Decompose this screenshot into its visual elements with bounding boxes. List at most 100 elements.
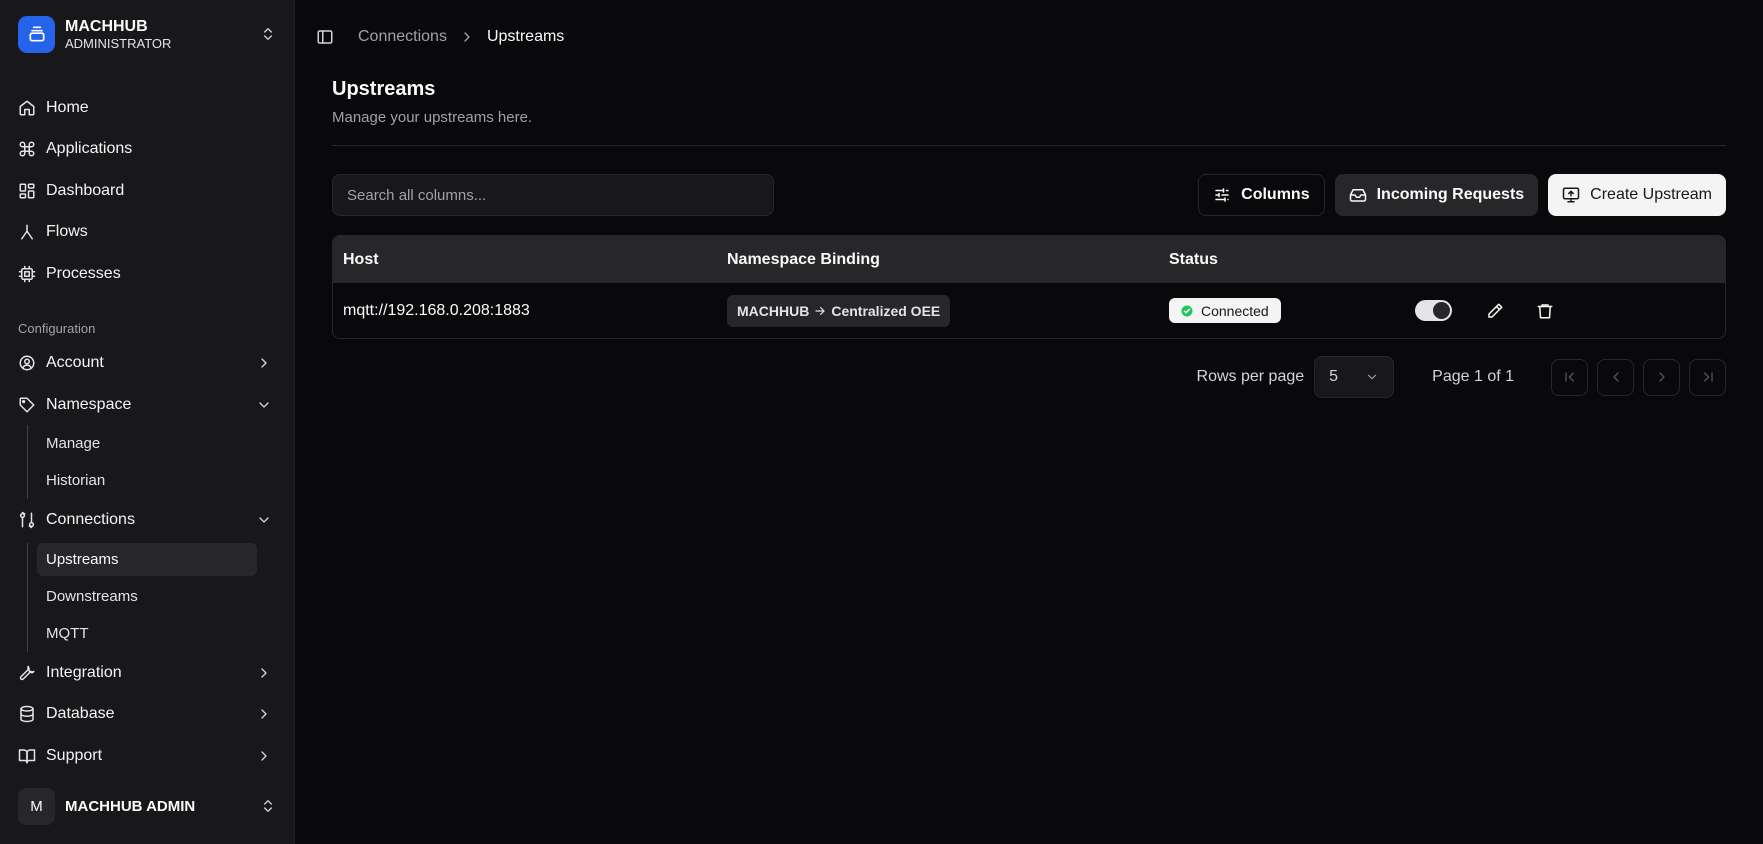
wrench-icon [19, 665, 35, 680]
chevron-down-icon [1368, 374, 1377, 380]
sidebar-nav: Home Applications Dashboard Flows Proces… [18, 87, 276, 777]
chevron-right-icon [464, 32, 470, 42]
chevrons-right-icon [1703, 372, 1713, 382]
sidebar-subitem-downstreams[interactable]: Downstreams [37, 578, 257, 615]
sidebar-item-account[interactable]: Account [18, 342, 276, 384]
create-upstream-button[interactable]: Create Upstream [1548, 174, 1726, 216]
sidebar-item-label: Integration [46, 663, 122, 681]
sidebar-item-processes[interactable]: Processes [18, 253, 276, 295]
sidebar: MACHHUB ADMINISTRATOR Home Applications … [0, 0, 295, 844]
sidebar-item-home[interactable]: Home [18, 87, 276, 129]
sidebar-item-dashboard[interactable]: Dashboard [18, 170, 276, 212]
user-name: MACHHUB ADMIN [65, 797, 196, 815]
cell-namespace-binding: MACHHUB Centralized OEE [727, 294, 1169, 327]
header-status[interactable]: Status [1169, 251, 1415, 269]
tag-icon [19, 397, 35, 413]
toolbar: Columns Incoming Requests Create Upstrea… [332, 174, 1726, 216]
rows-per-page-select[interactable]: 5 [1314, 356, 1395, 398]
sidebar-subitem-mqtt[interactable]: MQTT [37, 615, 257, 652]
chevron-right-icon [261, 667, 267, 678]
sidebar-item-database[interactable]: Database [18, 693, 276, 735]
dashboard-icon [19, 183, 35, 199]
last-page-button[interactable] [1689, 358, 1726, 396]
namespace-binding-badge: MACHHUB Centralized OEE [727, 294, 951, 327]
sidebar-item-applications[interactable]: Applications [18, 128, 276, 170]
sidebar-item-label: Home [46, 98, 89, 116]
columns-button[interactable]: Columns [1198, 174, 1325, 216]
database-icon [20, 705, 34, 723]
chevron-right-icon [261, 750, 267, 761]
upstreams-table: Host Namespace Binding Status mqtt://192… [332, 235, 1726, 339]
monitor-up-icon [1562, 187, 1580, 203]
sidebar-item-label: Connections [46, 511, 135, 529]
chevron-right-icon [261, 358, 267, 368]
search-input[interactable] [332, 174, 774, 216]
rows-per-page-label: Rows per page [1196, 368, 1305, 385]
sidebar-group-label: Configuration [18, 321, 96, 337]
main-content: Connections Upstreams Upstreams Manage y… [295, 0, 1763, 844]
sidebar-item-label: Processes [46, 264, 121, 282]
cpu-icon [18, 265, 36, 282]
brand-name: MACHHUB [65, 18, 148, 36]
page-subtitle: Manage your upstreams here. [332, 109, 533, 126]
first-page-button[interactable] [1551, 358, 1588, 396]
sidebar-subitem-manage[interactable]: Manage [37, 425, 257, 462]
command-icon [19, 141, 35, 157]
create-upstream-label: Create Upstream [1590, 186, 1712, 203]
prev-page-button[interactable] [1597, 358, 1634, 396]
enabled-toggle[interactable] [1415, 300, 1452, 321]
table-row: mqtt://192.168.0.208:1883 MACHHUB Centra… [333, 283, 1725, 338]
header-host[interactable]: Host [333, 251, 727, 269]
arrow-right-icon [815, 306, 825, 315]
sidebar-item-support[interactable]: Support [18, 735, 276, 777]
divider [332, 145, 1726, 146]
table-header: Host Namespace Binding Status [333, 236, 1725, 283]
flows-icon [21, 224, 33, 240]
sidebar-toggle-icon[interactable] [316, 28, 334, 46]
page-title: Upstreams [332, 78, 436, 100]
sidebar-subitem-historian[interactable]: Historian [37, 462, 257, 499]
sidebar-item-namespace[interactable]: Namespace [18, 384, 276, 426]
trash-icon[interactable] [1536, 302, 1554, 320]
chevrons-up-down-icon [264, 800, 272, 813]
user-circle-icon [19, 355, 35, 371]
header-namespace-binding[interactable]: Namespace Binding [727, 251, 1169, 269]
namespace-to: Centralized OEE [831, 302, 941, 319]
brand-role: ADMINISTRATOR [65, 36, 172, 52]
chevron-right-icon [261, 709, 267, 719]
status-badge: Connected [1169, 298, 1281, 323]
incoming-requests-button[interactable]: Incoming Requests [1334, 174, 1539, 216]
breadcrumb-connections[interactable]: Connections [358, 28, 447, 46]
sidebar-item-connections[interactable]: Connections [18, 499, 276, 541]
next-page-button[interactable] [1643, 358, 1680, 396]
chevrons-left-icon [1564, 372, 1574, 382]
status-label: Connected [1201, 302, 1269, 319]
pencil-icon[interactable] [1486, 302, 1504, 320]
home-icon [19, 100, 35, 116]
check-circle-icon [1181, 305, 1193, 316]
breadcrumb-upstreams: Upstreams [486, 28, 565, 45]
sidebar-item-integration[interactable]: Integration [18, 652, 276, 694]
connections-subnav: Upstreams Downstreams MQTT [27, 542, 276, 652]
connections-icon [19, 511, 35, 529]
sidebar-item-label: Flows [46, 223, 88, 241]
brand-switcher[interactable]: MACHHUB ADMINISTRATOR [18, 0, 276, 69]
sidebar-item-label: Applications [46, 140, 133, 158]
user-menu[interactable]: M MACHHUB ADMIN [18, 776, 276, 836]
chevron-left-icon [1612, 372, 1619, 382]
sidebar-item-flows[interactable]: Flows [18, 211, 276, 253]
sidebar-item-label: Database [46, 705, 115, 723]
chevrons-up-down-icon [264, 28, 272, 41]
sliders-icon [1215, 188, 1229, 202]
namespace-subnav: Manage Historian [27, 425, 276, 500]
sidebar-subitem-upstreams[interactable]: Upstreams [37, 542, 257, 576]
cell-host: mqtt://192.168.0.208:1883 [343, 301, 530, 319]
incoming-requests-label: Incoming Requests [1376, 186, 1525, 203]
rows-per-page-value: 5 [1329, 368, 1339, 385]
chevron-right-icon [1658, 372, 1665, 382]
cell-status: Connected [1169, 298, 1415, 323]
book-open-icon [18, 748, 36, 764]
avatar: M [18, 787, 55, 825]
sidebar-item-label: Dashboard [46, 181, 125, 199]
inbox-icon [1349, 189, 1366, 202]
